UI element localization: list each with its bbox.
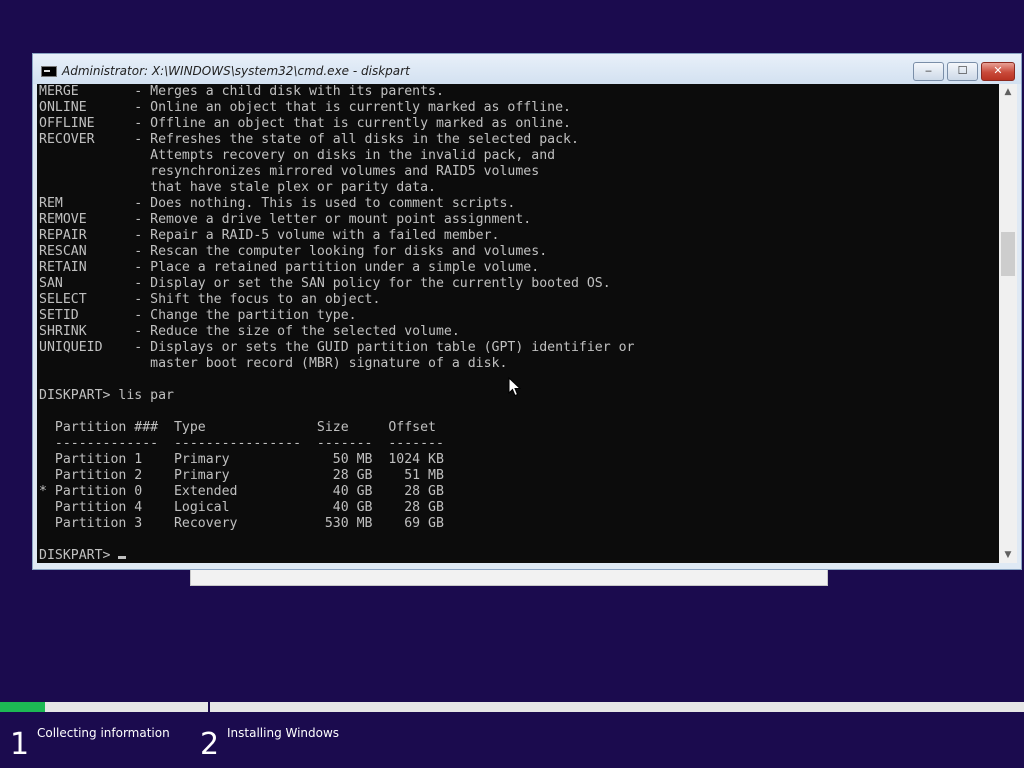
step-2-number: 2 xyxy=(200,727,220,762)
scroll-up-icon[interactable]: ▲ xyxy=(999,84,1017,100)
console-line: master boot record (MBR) signature of a … xyxy=(39,356,508,371)
step-1-label: Collecting information xyxy=(37,726,170,740)
console-line: OFFLINE - Offline an object that is curr… xyxy=(39,116,571,131)
console-line: REM - Does nothing. This is used to comm… xyxy=(39,196,516,211)
console-text: MERGE - Merges a child disk with its par… xyxy=(37,84,999,563)
cmd-icon xyxy=(41,66,57,77)
window-titlebar[interactable]: Administrator: X:\WINDOWS\system32\cmd.e… xyxy=(33,54,1021,84)
console-line: that have stale plex or parity data. xyxy=(39,180,436,195)
console-line: Partition 4 Logical 40 GB 28 GB xyxy=(39,500,444,515)
minimize-button[interactable]: ‒ xyxy=(913,62,944,81)
console-line: MERGE - Merges a child disk with its par… xyxy=(39,84,444,99)
console-line: DISKPART> lis par xyxy=(39,388,174,403)
console-output[interactable]: MERGE - Merges a child disk with its par… xyxy=(37,84,999,563)
console-line: Attempts recovery on disks in the invali… xyxy=(39,148,556,163)
setup-progress-fill xyxy=(0,702,46,712)
console-line: RECOVER - Refreshes the state of all dis… xyxy=(39,132,579,147)
console-line: resynchronizes mirrored volumes and RAID… xyxy=(39,164,540,179)
maximize-button[interactable]: ☐ xyxy=(947,62,978,81)
mouse-pointer-icon xyxy=(508,377,522,397)
setup-progress-bar xyxy=(0,702,1024,712)
step-2-label: Installing Windows xyxy=(227,726,340,740)
console-line: Partition 3 Recovery 530 MB 69 GB xyxy=(39,516,444,531)
console-line: SAN - Display or set the SAN policy for … xyxy=(39,276,611,291)
command-prompt[interactable]: DISKPART> xyxy=(39,548,118,563)
vertical-scrollbar[interactable]: ▲ ▼ xyxy=(999,84,1017,563)
scroll-thumb[interactable] xyxy=(1001,232,1015,276)
console-line: RESCAN - Rescan the computer looking for… xyxy=(39,244,548,259)
close-button[interactable]: ✕ xyxy=(981,62,1015,81)
console-line: * Partition 0 Extended 40 GB 28 GB xyxy=(39,484,444,499)
console-line: UNIQUEID - Displays or sets the GUID par… xyxy=(39,340,635,355)
console-line: ONLINE - Online an object that is curren… xyxy=(39,100,571,115)
console-line: RETAIN - Place a retained partition unde… xyxy=(39,260,540,275)
console-line: Partition ### Type Size Offset xyxy=(39,420,436,435)
window-title: Administrator: X:\WINDOWS\system32\cmd.e… xyxy=(62,64,410,78)
console-line: REMOVE - Remove a drive letter or mount … xyxy=(39,212,532,227)
scroll-down-icon[interactable]: ▼ xyxy=(999,547,1017,563)
cmd-window: Administrator: X:\WINDOWS\system32\cmd.e… xyxy=(32,53,1022,570)
console-line: ------------- ---------------- ------- -… xyxy=(39,436,444,451)
console-line: SHRINK - Reduce the size of the selected… xyxy=(39,324,460,339)
console-line: Partition 1 Primary 50 MB 1024 KB xyxy=(39,452,444,467)
console-line: SETID - Change the partition type. xyxy=(39,308,357,323)
console-line: Partition 2 Primary 28 GB 51 MB xyxy=(39,468,444,483)
console-line: SELECT - Shift the focus to an object. xyxy=(39,292,381,307)
text-cursor xyxy=(118,556,127,559)
progress-step-divider xyxy=(208,702,210,712)
console-line: REPAIR - Repair a RAID-5 volume with a f… xyxy=(39,228,500,243)
step-1-number: 1 xyxy=(10,727,30,762)
